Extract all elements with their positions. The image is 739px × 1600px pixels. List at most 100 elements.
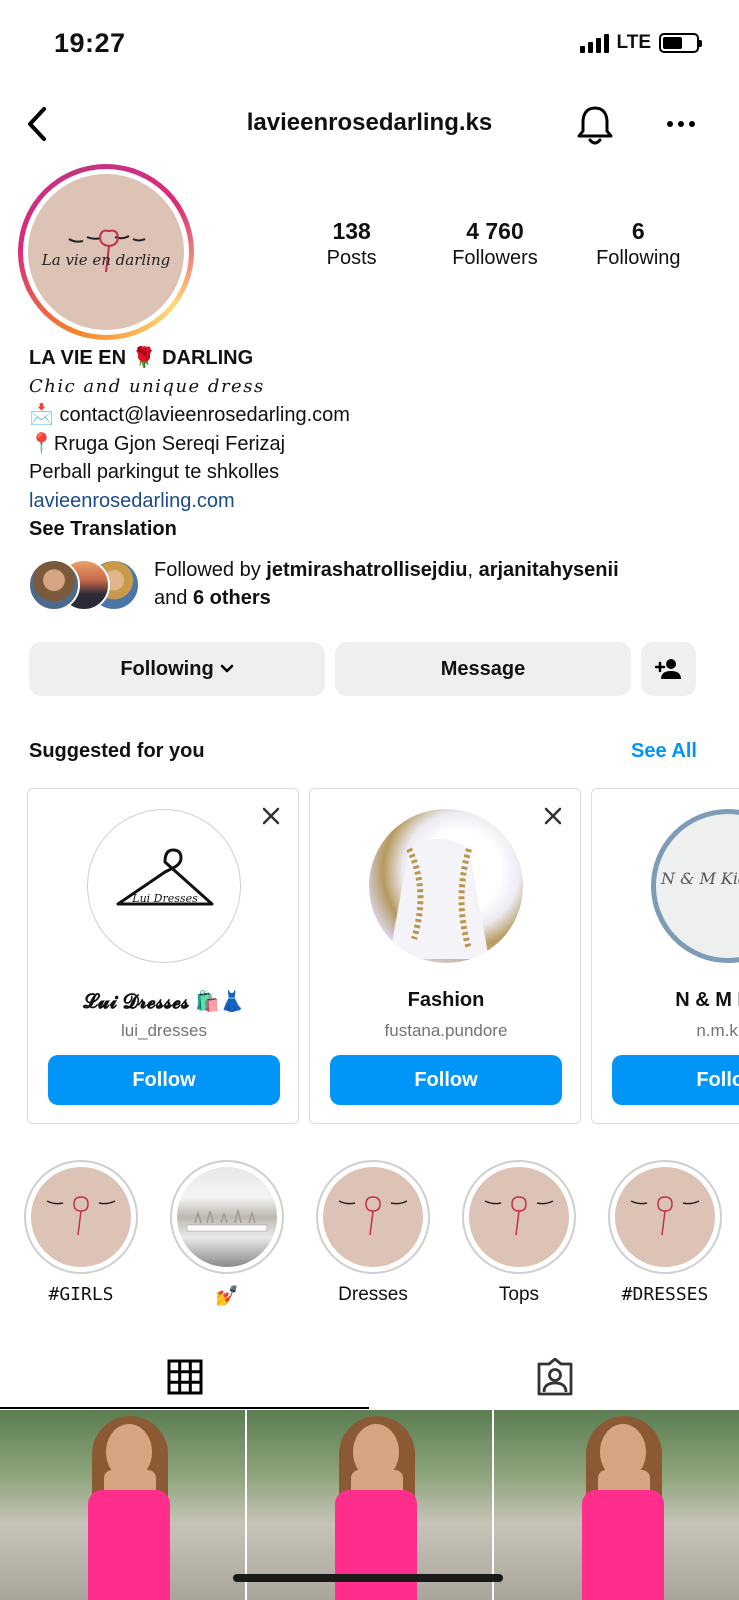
suggested-handle: n.m.kids [696, 1021, 739, 1040]
suggested-avatar: Lui Dresses [87, 809, 241, 963]
suggested-carousel[interactable]: Lui Dresses 𝓛𝓾𝓲 𝓓𝓻𝓮𝓼𝓼𝓮𝓼 🛍️👗 lui_dresses … [27, 788, 739, 1126]
highlight-tops[interactable]: Tops [462, 1160, 576, 1306]
highlight-label: Dresses [338, 1284, 408, 1305]
follow-button[interactable]: Follow [612, 1055, 739, 1105]
suggested-handle: fustana.pundore [384, 1021, 508, 1040]
profile-header: lavieenrosedarling.ks [0, 95, 739, 155]
signal-icon [579, 33, 609, 53]
post-thumbnail[interactable] [247, 1410, 492, 1600]
message-button-label: Message [440, 657, 526, 680]
highlight-dresses[interactable]: Dresses [316, 1160, 430, 1306]
mutual-others: 6 others [192, 587, 271, 609]
see-translation-link[interactable]: See Translation [29, 515, 719, 544]
follow-button[interactable]: Follow [48, 1055, 280, 1105]
dismiss-icon[interactable] [262, 807, 280, 825]
highlight-label: #GIRLS [48, 1284, 114, 1305]
followed-by-prefix: Followed by [154, 559, 267, 581]
hanger-logo-icon: Lui Dresses [116, 848, 214, 906]
stat-following-value: 6 [631, 218, 645, 244]
suggested-header: Suggested for you See All [29, 740, 697, 770]
highlight-nails[interactable]: 💅 [170, 1160, 284, 1308]
followed-by-section[interactable]: Followed by jetmirashatrollisejdiu, arja… [28, 556, 718, 616]
gown-photo-icon [389, 839, 489, 959]
bio-address-line2: Perball parkingut te shkolles [29, 461, 280, 483]
profile-bio: LA VIE EN 🌹 DARLING Chic and unique dres… [29, 344, 719, 544]
kids-logo-icon: N & M Kids Clothing [660, 869, 739, 888]
following-button[interactable]: Following [29, 642, 325, 696]
profile-tabs [0, 1345, 739, 1409]
status-time: 19:27 [54, 28, 126, 58]
rose-logo-icon [630, 1196, 700, 1236]
follow-button[interactable]: Follow [330, 1055, 562, 1105]
suggested-card[interactable]: Fashion fustana.pundore Follow [309, 788, 581, 1124]
shelf-photo-icon [186, 1209, 268, 1232]
profile-avatar[interactable]: La vie en darling [18, 164, 194, 340]
suggested-card[interactable]: Lui Dresses 𝓛𝓾𝓲 𝓓𝓻𝓮𝓼𝓼𝓮𝓼 🛍️👗 lui_dresses … [27, 788, 299, 1124]
profile-stats: 138 Posts 4 760 Followers 6 Following [280, 218, 710, 270]
avatar-logo: La vie en darling [28, 174, 184, 330]
suggested-handle: lui_dresses [121, 1021, 207, 1040]
battery-icon [659, 33, 702, 53]
suggested-title: Suggested for you [29, 740, 205, 762]
rose-logo-icon [46, 1196, 116, 1236]
rose-logo-icon [338, 1196, 408, 1236]
home-indicator[interactable] [233, 1574, 503, 1582]
stat-posts-label: Posts [326, 247, 377, 269]
post-thumbnail[interactable] [0, 1410, 245, 1600]
suggested-card[interactable]: N & M Kids Clothing N & M Kids n.m.kids … [591, 788, 739, 1124]
stat-followers-label: Followers [452, 247, 538, 269]
rose-logo-icon: La vie en darling [41, 229, 170, 273]
suggest-users-button[interactable] [641, 642, 696, 696]
network-type: LTE [616, 32, 651, 53]
highlight-girls[interactable]: #GIRLS [24, 1160, 138, 1305]
tab-posts-grid[interactable] [0, 1345, 369, 1409]
bio-address-line1: 📍Rruga Gjon Sereqi Ferizaj [29, 432, 286, 455]
suggested-avatar [369, 809, 523, 963]
highlight-label: 💅 [215, 1286, 239, 1307]
following-button-label: Following [120, 657, 214, 680]
bio-email: 📩 contact@lavieenrosedarling.com [29, 404, 350, 426]
mutual-user-2: arjanitahysenii [478, 559, 619, 581]
suggested-avatar-text: Lui Dresses [131, 892, 198, 905]
notification-bell-icon[interactable] [574, 103, 616, 147]
status-indicators: LTE [579, 32, 702, 54]
suggested-avatar-text: N & M Kids Clothing [660, 869, 739, 888]
suggested-name: Fashion [407, 989, 485, 1011]
stat-followers-value: 4 760 [466, 218, 524, 244]
stat-following-label: Following [596, 247, 681, 269]
stat-posts-value: 138 [332, 218, 371, 244]
followed-by-text: Followed by jetmirashatrollisejdiu, arja… [154, 556, 714, 612]
post-thumbnail[interactable] [494, 1410, 739, 1600]
add-person-icon [654, 659, 681, 679]
suggested-name: 𝓛𝓾𝓲 𝓓𝓻𝓮𝓼𝓼𝓮𝓼 🛍️👗 [83, 991, 245, 1013]
avatar-text: La vie en darling [41, 251, 170, 269]
website-link[interactable]: lavieenrosedarling.com [29, 487, 719, 516]
followed-by-and: and [154, 587, 193, 609]
stat-posts[interactable]: 138 Posts [282, 218, 422, 270]
tagged-person-icon [537, 1358, 572, 1396]
suggested-avatar: N & M Kids Clothing [651, 809, 739, 963]
display-name: LA VIE EN 🌹 DARLING [29, 347, 254, 369]
mutual-avatars [28, 559, 143, 611]
suggested-name: N & M Kids [675, 989, 739, 1011]
posts-grid [0, 1410, 739, 1600]
rose-logo-icon [484, 1196, 554, 1236]
stat-following[interactable]: 6 Following [568, 218, 708, 270]
dismiss-icon[interactable] [544, 807, 562, 825]
profile-username: lavieenrosedarling.ks [246, 109, 493, 136]
highlight-dresses-tag[interactable]: #DRESSES [608, 1160, 722, 1305]
followed-by-separator: , [467, 559, 479, 581]
highlight-label: Tops [498, 1284, 540, 1305]
more-options-icon[interactable] [666, 119, 696, 129]
message-button[interactable]: Message [335, 642, 631, 696]
active-tab-indicator [0, 1407, 369, 1409]
profile-actions: Following Message [29, 642, 696, 696]
status-bar: 19:27 LTE [0, 0, 739, 90]
tab-tagged[interactable] [370, 1345, 739, 1409]
stat-followers[interactable]: 4 760 Followers [425, 218, 565, 270]
highlight-label: #DRESSES [621, 1284, 709, 1305]
see-all-link[interactable]: See All [631, 740, 697, 763]
story-highlights: #GIRLS 💅 Dresses Tops #DRESSES [0, 1160, 739, 1310]
grid-icon [167, 1359, 202, 1395]
bio-tagline: Chic and unique dress [29, 375, 265, 397]
